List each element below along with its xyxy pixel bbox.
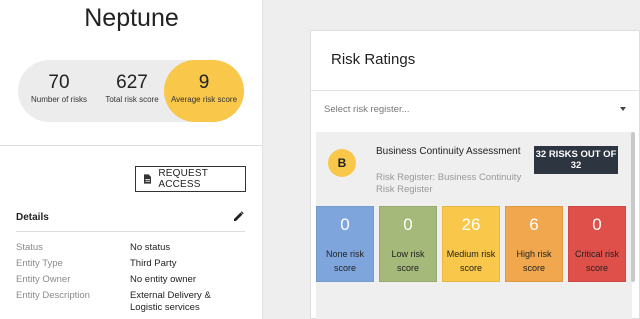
tile-label: Low risk score [391, 249, 425, 273]
tile-value: 26 [461, 215, 481, 234]
risk-register-select[interactable]: Select risk register... [311, 91, 640, 129]
tile-value: 0 [592, 215, 602, 234]
request-access-button[interactable]: REQUEST ACCESS [135, 166, 246, 192]
detail-key: Entity Description [16, 290, 90, 301]
risk-score-tiles: 0 None risk score 0 Low risk score 26 Me… [316, 206, 632, 282]
select-placeholder: Select risk register... [324, 104, 410, 115]
tile-value: 6 [529, 215, 539, 234]
risk-ratings-title: Risk Ratings [331, 51, 416, 68]
divider [16, 231, 245, 232]
stat-value: 9 [198, 72, 210, 93]
register-title[interactable]: Business Continuity Assessment [376, 146, 526, 158]
detail-value: No status [130, 242, 171, 253]
tile-medium-risk[interactable]: 26 Medium risk score [442, 206, 500, 282]
divider [0, 145, 263, 146]
tile-low-risk[interactable]: 0 Low risk score [379, 206, 437, 282]
stat-value: 70 [48, 72, 70, 93]
detail-value: No entity owner [130, 274, 197, 285]
document-icon [144, 174, 152, 184]
tile-none-risk[interactable]: 0 None risk score [316, 206, 374, 282]
pencil-icon[interactable] [233, 211, 244, 222]
register-badge: B [328, 149, 356, 177]
register-subtitle: Risk Register: Business Continuity Risk … [376, 172, 522, 195]
caret-down-icon [620, 107, 626, 111]
stat-total-risk-score: 627 Total risk score [96, 60, 168, 122]
entity-panel: Neptune 70 Number of risks 627 Total ris… [0, 0, 263, 319]
card-scrollbar[interactable] [631, 132, 635, 282]
stat-average-risk-score: 9 Average risk score [164, 60, 244, 122]
tile-critical-risk[interactable]: 0 Critical risk score [568, 206, 626, 282]
tile-label: Medium risk score [446, 249, 496, 273]
risk-ratings-panel: Risk Ratings Select risk register... B B… [310, 30, 640, 319]
stat-value: 627 [116, 72, 148, 93]
risk-register-card: B Business Continuity Assessment Risk Re… [316, 132, 632, 319]
tile-high-risk[interactable]: 6 High risk score [505, 206, 563, 282]
stat-label: Number of risks [30, 95, 87, 104]
tile-label: Critical risk score [575, 249, 619, 273]
stat-label: Average risk score [170, 95, 238, 104]
detail-value: External Delivery & Logistic services [130, 290, 211, 313]
detail-key: Status [16, 242, 43, 253]
tile-value: 0 [403, 215, 413, 234]
tile-value: 0 [340, 215, 350, 234]
risk-count-badge: 32 RISKS OUT OF 32 [534, 146, 618, 174]
stat-label: Total risk score [105, 95, 159, 104]
stat-number-of-risks: 70 Number of risks [26, 60, 92, 122]
detail-key: Entity Owner [16, 274, 71, 285]
entity-title: Neptune [84, 4, 179, 32]
details-heading: Details [16, 212, 49, 223]
tile-label: None risk score [325, 249, 364, 273]
tile-label: High risk score [516, 249, 552, 273]
detail-key: Entity Type [16, 258, 63, 269]
request-access-label: REQUEST ACCESS [158, 168, 208, 190]
entity-stats: 70 Number of risks 627 Total risk score … [18, 60, 244, 122]
detail-value: Third Party [130, 258, 177, 269]
